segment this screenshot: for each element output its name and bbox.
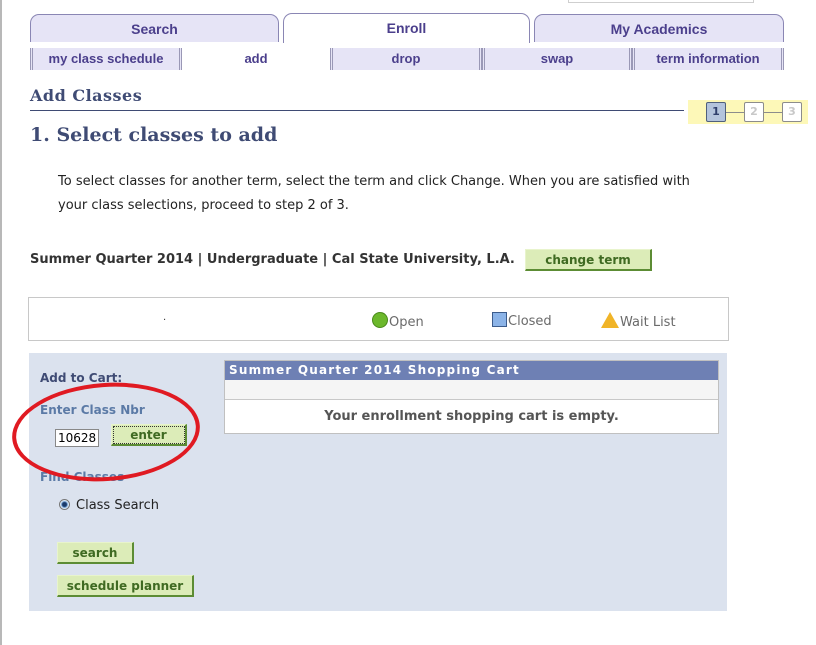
schedule-planner-button[interactable]: schedule planner xyxy=(57,575,194,597)
subtab-my-class-schedule[interactable]: my class schedule xyxy=(30,48,182,70)
subtab-drop[interactable]: drop xyxy=(330,48,482,70)
find-classes-label: Find Classes xyxy=(40,470,125,484)
shopping-cart: Summer Quarter 2014 Shopping Cart Your e… xyxy=(224,360,719,434)
change-term-button[interactable]: change term xyxy=(525,249,652,271)
step-connector xyxy=(764,112,782,113)
step-connector xyxy=(726,112,744,113)
page-title: Add Classes xyxy=(30,86,143,105)
legend-dot: . xyxy=(163,312,167,323)
step-1: 1 xyxy=(706,102,726,122)
enter-button[interactable]: enter xyxy=(111,424,187,446)
step-2: 2 xyxy=(744,102,764,122)
legend-wait-list-label: Wait List xyxy=(620,315,676,330)
legend-closed: Closed xyxy=(492,312,552,329)
closed-square-icon xyxy=(492,312,507,327)
subtab-term-information[interactable]: term information xyxy=(632,48,784,70)
top-search-field[interactable] xyxy=(568,0,754,3)
class-search-label: Class Search xyxy=(76,498,159,513)
legend-open: Open xyxy=(372,312,424,330)
add-to-cart-panel: Add to Cart: Enter Class Nbr enter Find … xyxy=(29,353,727,611)
legend-open-label: Open xyxy=(389,315,424,330)
search-button[interactable]: search xyxy=(57,542,134,564)
section-title: 1. Select classes to add xyxy=(30,124,278,146)
class-search-radio[interactable] xyxy=(59,499,70,510)
shopping-cart-title: Summer Quarter 2014 Shopping Cart xyxy=(225,361,718,380)
shopping-cart-subheader xyxy=(225,380,718,400)
main-tabs: Search Enroll My Academics xyxy=(30,13,784,43)
status-legend: . Open Closed Wait List xyxy=(28,297,729,341)
class-nbr-label: Enter Class Nbr xyxy=(40,403,145,417)
tab-my-academics[interactable]: My Academics xyxy=(534,14,784,42)
class-nbr-input[interactable] xyxy=(55,429,99,447)
step-indicator: 1 2 3 xyxy=(688,100,808,124)
tab-search[interactable]: Search xyxy=(30,14,279,42)
tab-enroll[interactable]: Enroll xyxy=(283,13,530,43)
step-3: 3 xyxy=(782,102,802,122)
add-to-cart-heading: Add to Cart: xyxy=(40,371,123,385)
subtab-add[interactable]: add xyxy=(182,48,330,70)
instructions-text: To select classes for another term, sele… xyxy=(58,174,690,213)
open-circle-icon xyxy=(372,312,388,328)
term-info: Summer Quarter 2014 | Undergraduate | Ca… xyxy=(30,252,515,267)
legend-closed-label: Closed xyxy=(508,314,552,329)
subtab-swap[interactable]: swap xyxy=(482,48,632,70)
cart-empty-message: Your enrollment shopping cart is empty. xyxy=(324,409,619,424)
legend-wait-list: Wait List xyxy=(601,312,676,330)
title-divider xyxy=(30,110,684,111)
wait-list-triangle-icon xyxy=(601,312,619,328)
sub-tabs: my class schedule add drop swap term inf… xyxy=(30,48,784,70)
class-search-option[interactable]: Class Search xyxy=(59,498,159,513)
